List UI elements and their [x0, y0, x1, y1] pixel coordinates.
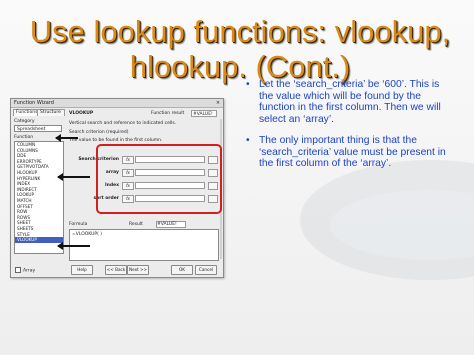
bullet-text: Let the ‘search_criteria’ be ‘600’. This…	[259, 79, 441, 125]
category-select[interactable]: Spreadsheet	[14, 125, 62, 132]
dialog-button-bar: Array Help << Back Next >> OK Cancel	[11, 265, 223, 275]
slide: Use lookup functions: vlookup, hlookup. …	[0, 0, 474, 355]
argument-description-detail: The value to be found in the first colum…	[69, 138, 163, 143]
function-list[interactable]: COLUMN COLUMNS DDE ERRORTYPE GETPIVOTDAT…	[14, 141, 64, 254]
array-label: Array	[23, 268, 36, 274]
function-list-item-selected[interactable]: VLOOKUP	[15, 237, 63, 243]
bullet-icon: •	[246, 79, 250, 90]
function-label: Function	[14, 135, 34, 140]
arrow-to-category-icon	[55, 134, 78, 142]
bullet-text: The only important thing is that the ‘se…	[259, 135, 446, 169]
array-checkbox[interactable]: Array	[15, 267, 35, 274]
slide-title: Use lookup functions: vlookup, hlookup. …	[20, 14, 460, 84]
function-result-value: #VALUE!	[191, 110, 217, 117]
bullet-icon: •	[246, 135, 250, 146]
slide-title-line-1: Use lookup functions: vlookup,	[29, 14, 451, 49]
formula-text: =VLOOKUP( )	[72, 232, 103, 237]
arrow-to-vlookup-icon	[57, 173, 90, 181]
category-label: Category	[14, 119, 35, 124]
argument-highlight-box	[96, 144, 222, 214]
argument-description: Search criterion (required)	[69, 130, 129, 135]
checkbox-icon	[15, 267, 21, 273]
result-label: Result	[129, 222, 143, 227]
bullet-item: • Let the ‘search_criteria’ be ‘600’. Th…	[246, 79, 452, 125]
next-button[interactable]: Next >>	[127, 265, 149, 275]
dialog-title: Function Wizard	[14, 100, 54, 106]
function-result-label: Function result	[151, 111, 185, 116]
formula-label: Formula	[69, 222, 88, 227]
result-value: #VALUE!	[156, 221, 186, 228]
dialog-titlebar: Function Wizard ×	[11, 99, 223, 108]
formula-editor[interactable]: =VLOOKUP( )	[69, 229, 219, 261]
arrow-to-selected-function-icon	[57, 242, 90, 250]
help-button[interactable]: Help	[71, 265, 93, 275]
close-icon[interactable]: ×	[215, 100, 221, 106]
cancel-button[interactable]: Cancel	[195, 265, 217, 275]
function-description: Vertical search and reference to indicat…	[69, 121, 177, 126]
tab-structure[interactable]: Structure	[37, 109, 65, 116]
back-button[interactable]: << Back	[105, 265, 127, 275]
ok-button[interactable]: OK	[171, 265, 193, 275]
bullet-list: • Let the ‘search_criteria’ be ‘600’. Th…	[246, 79, 452, 180]
function-name: VLOOKUP	[69, 111, 94, 116]
bullet-item: • The only important thing is that the ‘…	[246, 135, 452, 170]
